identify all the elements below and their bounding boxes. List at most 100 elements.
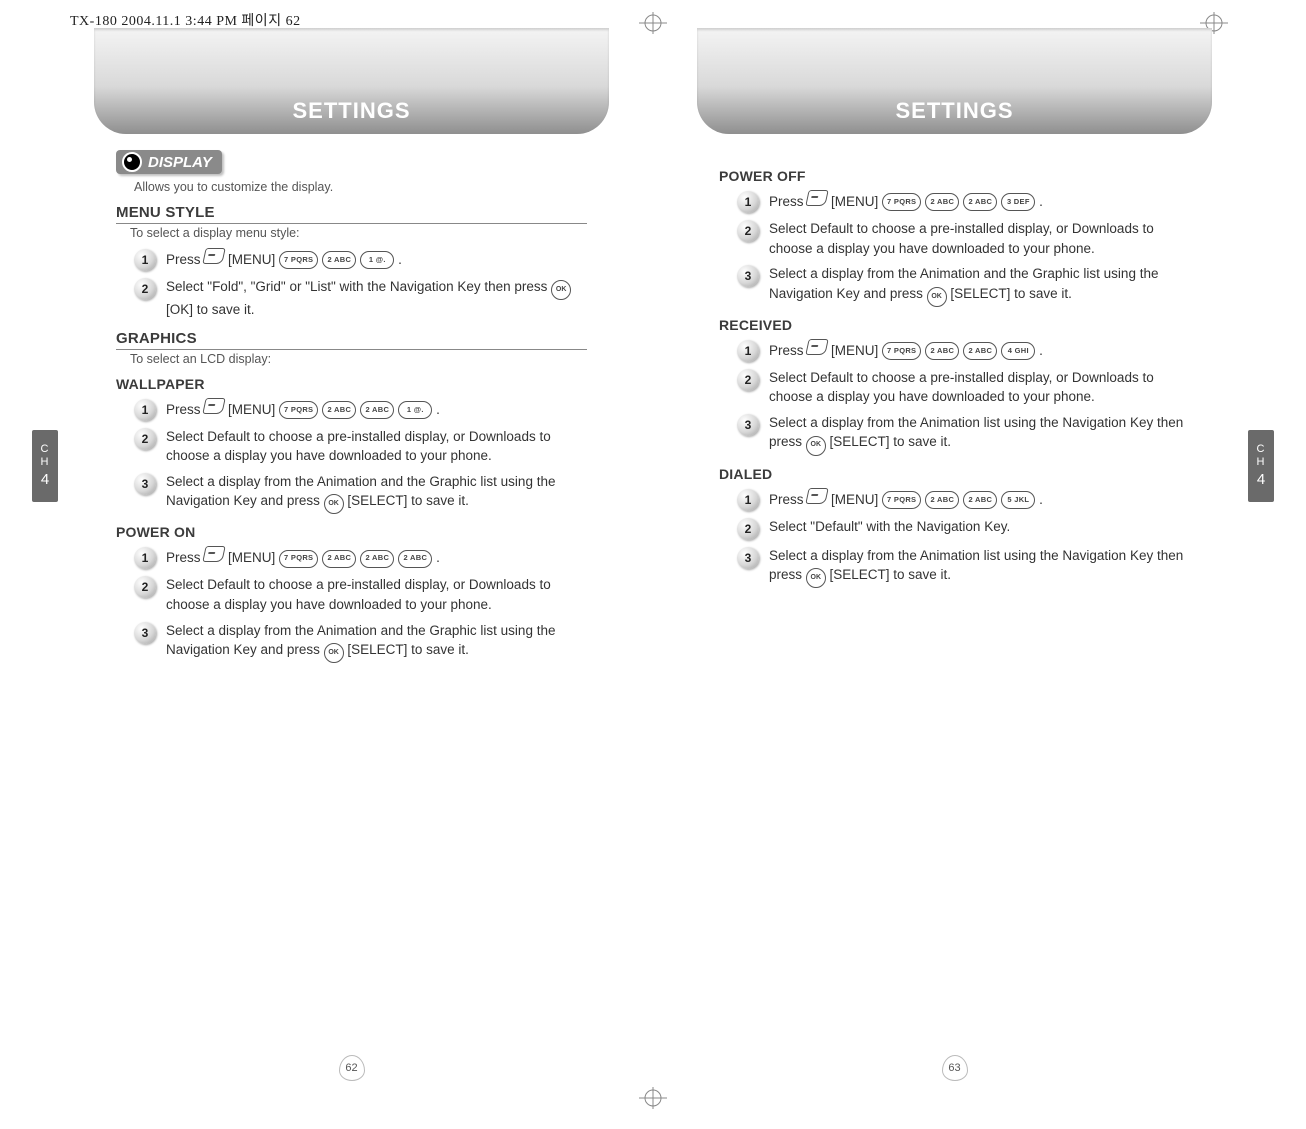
keypad-key-icon: 2 ABC xyxy=(360,550,394,568)
ok-key-icon: OK xyxy=(806,568,826,588)
step-text: Select a display from the Animation list… xyxy=(769,546,1190,589)
note-graphics: To select an LCD display: xyxy=(130,352,587,366)
step-text: Select "Default" with the Navigation Key… xyxy=(769,517,1010,537)
keypad-key-icon: 7 PQRS xyxy=(279,401,318,419)
steps-dialed: 1Press [MENU] 7 PQRS2 ABC2 ABC5 JKL .2Se… xyxy=(719,488,1190,589)
steps-wallpaper: 1Press [MENU] 7 PQRS2 ABC2 ABC1 @. . 2 Sel… xyxy=(116,398,587,515)
heading-received: RECEIVED xyxy=(719,317,1190,333)
step: 1Press [MENU] 7 PQRS2 ABC2 ABC1 @. . xyxy=(134,398,587,421)
step: 2Select Default to choose a pre-installe… xyxy=(737,368,1190,407)
page-title: SETTINGS xyxy=(895,98,1013,124)
manual-spread: TX-180 2004.11.1 3:44 PM 페이지 62 C H 4 C … xyxy=(0,0,1306,1129)
softkey-icon xyxy=(203,546,226,562)
page-62: SETTINGS DISPLAY Allows you to customize… xyxy=(64,28,639,1089)
print-meta: TX-180 2004.11.1 3:44 PM 페이지 62 xyxy=(70,10,301,30)
heading-menu-style: MENU STYLE xyxy=(116,204,587,224)
ok-key-icon: OK xyxy=(324,494,344,514)
keypad-key-icon: 1 @. xyxy=(360,251,394,269)
heading-power-off: POWER OFF xyxy=(719,168,1190,184)
step: 1Press [MENU] 7 PQRS2 ABC1 @. . xyxy=(134,248,587,271)
page-title: SETTINGS xyxy=(292,98,410,124)
step: 3 Select a display from the Animation and… xyxy=(134,621,587,664)
softkey-icon xyxy=(806,488,829,504)
keypad-key-icon: 2 ABC xyxy=(925,342,959,360)
steps-menu-style: 1Press [MENU] 7 PQRS2 ABC1 @. . 2 Select "… xyxy=(116,248,587,320)
keypad-key-icon: 2 ABC xyxy=(322,550,356,568)
step: 3 Select a display from the Animation lis… xyxy=(737,546,1190,589)
keypad-key-icon: 2 ABC xyxy=(322,251,356,269)
softkey-icon xyxy=(203,248,226,264)
section-intro: Allows you to customize the display. xyxy=(134,180,587,194)
keypad-key-icon: 7 PQRS xyxy=(279,251,318,269)
heading-graphics: GRAPHICS xyxy=(116,330,587,350)
step: 2Select Default to choose a pre-installe… xyxy=(737,219,1190,258)
step-text: Select Default to choose a pre-installed… xyxy=(769,219,1190,258)
keypad-key-icon: 7 PQRS xyxy=(279,550,318,568)
step: 1Press [MENU] 7 PQRS2 ABC2 ABC2 ABC . xyxy=(134,546,587,569)
key-sequence: 7 PQRS2 ABC2 ABC4 GHI xyxy=(882,342,1035,360)
step-number-badge: 2 xyxy=(134,576,156,598)
key-sequence: 7 PQRS2 ABC2 ABC1 @. xyxy=(279,401,432,419)
page-title-banner: SETTINGS xyxy=(697,28,1212,134)
step-number-badge: 1 xyxy=(134,547,156,569)
note-menu-style: To select a display menu style: xyxy=(130,226,587,240)
step-text: Press [MENU] 7 PQRS2 ABC2 ABC4 GHI . xyxy=(769,339,1043,361)
step-text: Press [MENU] 7 PQRS2 ABC2 ABC1 @. . xyxy=(166,398,440,420)
step-number-badge: 2 xyxy=(737,369,759,391)
section-tag-display: DISPLAY xyxy=(116,150,222,174)
heading-dialed: DIALED xyxy=(719,466,1190,482)
keypad-key-icon: 2 ABC xyxy=(322,401,356,419)
step: 1 Press [MENU] 7 PQRS2 ABC2 ABC3 DEF . xyxy=(737,190,1190,213)
keypad-key-icon: 2 ABC xyxy=(398,550,432,568)
key-sequence: 7 PQRS2 ABC1 @. xyxy=(279,251,394,269)
step-text: Press [MENU] 7 PQRS2 ABC2 ABC5 JKL . xyxy=(769,488,1043,510)
keypad-key-icon: 2 ABC xyxy=(925,491,959,509)
page-63: SETTINGS POWER OFF 1 Press [MENU] 7 PQRS2… xyxy=(667,28,1242,1089)
step-text: Select a display from the Animation list… xyxy=(769,413,1190,456)
softkey-icon xyxy=(203,398,226,414)
step-number-badge: 2 xyxy=(134,428,156,450)
step: 2 Select Default to choose a pre-installe… xyxy=(134,575,587,614)
step-number-badge: 1 xyxy=(737,191,759,213)
step-number-badge: 2 xyxy=(134,278,156,300)
step-number-badge: 3 xyxy=(737,414,759,436)
keypad-key-icon: 7 PQRS xyxy=(882,491,921,509)
keypad-key-icon: 7 PQRS xyxy=(882,193,921,211)
step-number-badge: 1 xyxy=(737,489,759,511)
keypad-key-icon: 2 ABC xyxy=(360,401,394,419)
keypad-key-icon: 1 @. xyxy=(398,401,432,419)
step-text: Press [MENU] 7 PQRS2 ABC1 @. . xyxy=(166,248,402,270)
step-text: Select a display from the Animation and … xyxy=(166,472,587,515)
softkey-icon xyxy=(806,190,829,206)
step-text: Select "Fold", "Grid" or "List" with the… xyxy=(166,277,587,320)
step-text: Select a display from the Animation and … xyxy=(166,621,587,664)
crop-mark-bottom-icon xyxy=(633,1087,673,1109)
ok-key-icon: OK xyxy=(551,280,571,300)
page-number: 62 xyxy=(339,1055,365,1081)
key-sequence: 7 PQRS2 ABC2 ABC3 DEF xyxy=(882,193,1035,211)
keypad-key-icon: 2 ABC xyxy=(963,342,997,360)
keypad-key-icon: 5 JKL xyxy=(1001,491,1035,509)
keypad-key-icon: 3 DEF xyxy=(1001,193,1035,211)
step-number-badge: 1 xyxy=(737,340,759,362)
steps-received: 1Press [MENU] 7 PQRS2 ABC2 ABC4 GHI .2Se… xyxy=(719,339,1190,456)
bullet-icon xyxy=(122,152,142,172)
step: 2 Select "Fold", "Grid" or "List" with th… xyxy=(134,277,587,320)
ok-key-icon: OK xyxy=(806,436,826,456)
step-number-badge: 3 xyxy=(737,547,759,569)
step-number-badge: 2 xyxy=(737,518,759,540)
step-number-badge: 3 xyxy=(134,473,156,495)
key-sequence: 7 PQRS2 ABC2 ABC5 JKL xyxy=(882,491,1035,509)
page-number: 63 xyxy=(942,1055,968,1081)
ok-key-icon: OK xyxy=(324,643,344,663)
step-text: Select a display from the Animation and … xyxy=(769,264,1190,307)
step: 2 Select Default to choose a pre-installe… xyxy=(134,427,587,466)
keypad-key-icon: 7 PQRS xyxy=(882,342,921,360)
softkey-icon xyxy=(806,339,829,355)
step-number-badge: 3 xyxy=(134,622,156,644)
step-text: Press [MENU] 7 PQRS2 ABC2 ABC3 DEF . xyxy=(769,190,1043,212)
step-text: Select Default to choose a pre-installed… xyxy=(166,575,587,614)
step: 3 Select a display from the Animation lis… xyxy=(737,413,1190,456)
chapter-tab-right: C H 4 xyxy=(1248,430,1274,502)
step-text: Select Default to choose a pre-installed… xyxy=(166,427,587,466)
